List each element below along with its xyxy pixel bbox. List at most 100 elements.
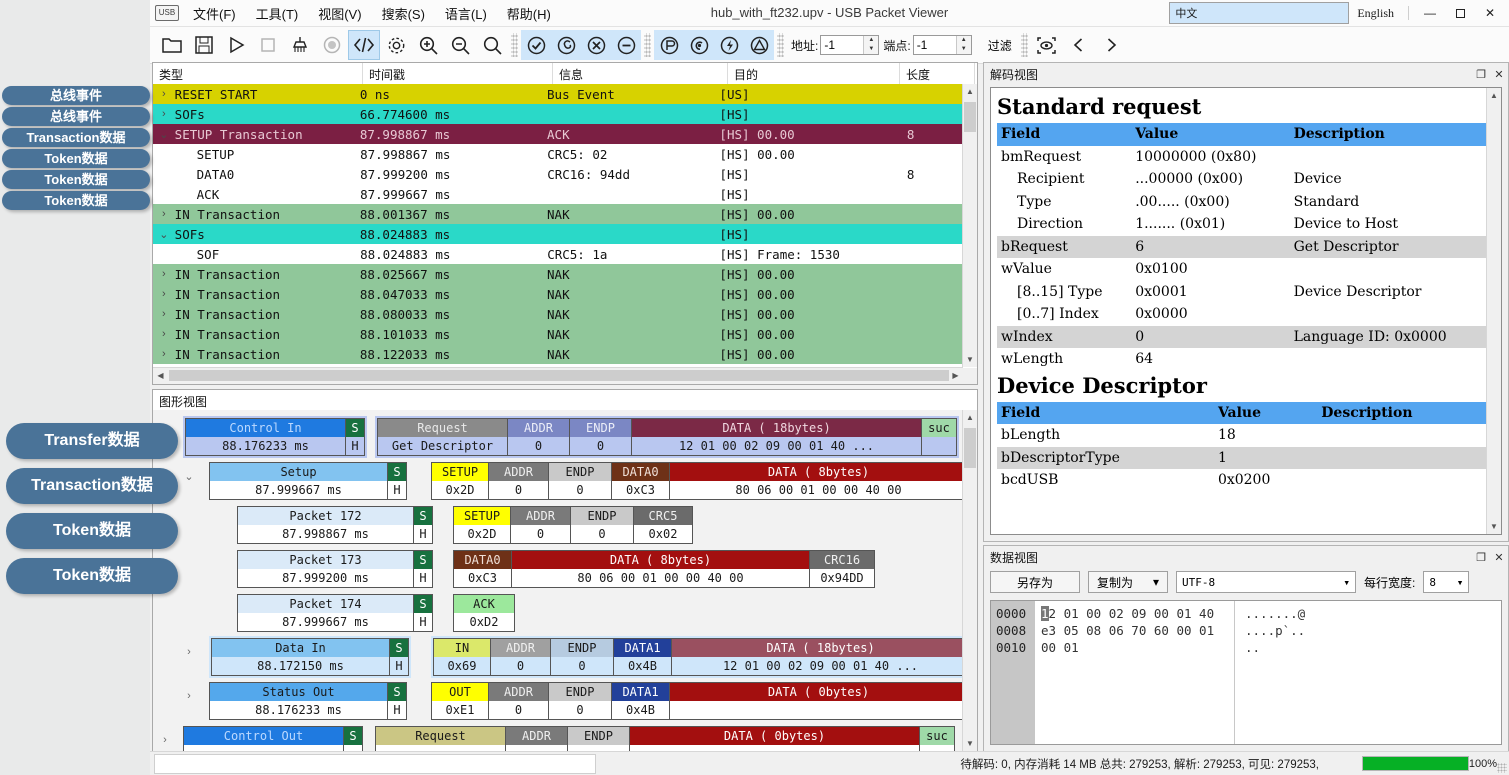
row-expander[interactable]: › xyxy=(153,308,175,320)
packet-field-block[interactable]: ACK0xD2 xyxy=(453,594,515,632)
packet-field-cell[interactable]: suc xyxy=(921,418,957,456)
row-expander[interactable]: › xyxy=(153,734,177,746)
table-row[interactable]: ›IN Transaction88.122033 msNAK[HS] 00.00 xyxy=(153,344,963,364)
language-chinese-button[interactable]: 中文 xyxy=(1169,2,1349,24)
scroll-thumb[interactable] xyxy=(964,428,976,468)
resize-grip[interactable] xyxy=(1497,763,1507,773)
packet-field-cell[interactable]: DATA ( 18bytes)12 01 00 02 09 00 01 40 .… xyxy=(631,418,921,456)
packet-field-cell[interactable]: ACK0xD2 xyxy=(453,594,515,632)
packet-field-cell[interactable]: S xyxy=(343,726,363,751)
packet-field-cell[interactable]: DATA ( 8bytes)80 06 00 01 00 00 40 00 xyxy=(669,462,963,500)
scroll-down-icon[interactable]: ▼ xyxy=(1487,519,1501,534)
packet-field-cell[interactable]: SH xyxy=(413,550,433,588)
packet-field-block[interactable]: Packet 17387.999200 msSH xyxy=(237,550,433,588)
packet-field-cell[interactable]: DATA ( 18bytes)12 01 00 02 09 00 01 40 .… xyxy=(671,638,963,676)
decode-row[interactable]: bDescriptorType1 xyxy=(997,447,1487,470)
spin-down-icon[interactable]: ▼ xyxy=(864,45,878,54)
address-stepper[interactable]: ▲ ▼ xyxy=(820,35,879,55)
graphic-row-control-in-transfer[interactable]: Control In88.176233 msSHRequestGet Descr… xyxy=(153,416,963,454)
packet-field-block[interactable]: Status Out88.176233 msSH xyxy=(209,682,407,720)
chevron-down-icon[interactable]: ▾ xyxy=(1153,575,1159,589)
packet-field-cell[interactable]: suc xyxy=(919,726,955,751)
table-row[interactable]: ⌄SETUP Transaction87.998867 msACK[HS] 00… xyxy=(153,124,963,144)
packet-field-cell[interactable]: DATA00xC3 xyxy=(453,550,511,588)
packet-field-cell[interactable]: Packet 17287.998867 ms xyxy=(237,506,413,544)
hex-byte-row[interactable]: e3 05 08 06 70 60 00 01 xyxy=(1041,622,1234,639)
chevron-down-icon[interactable]: ▾ xyxy=(1457,576,1464,589)
close-button[interactable]: ✕ xyxy=(1475,0,1505,26)
scroll-up-icon[interactable]: ▲ xyxy=(963,84,977,99)
scroll-up-icon[interactable]: ▲ xyxy=(1487,88,1501,103)
row-expander[interactable]: ⌄ xyxy=(153,228,175,241)
menu-help[interactable]: 帮助(H) xyxy=(498,1,560,26)
row-expander[interactable]: › xyxy=(153,108,175,120)
table-row[interactable]: ›IN Transaction88.101033 msNAK[HS] 00.00 xyxy=(153,324,963,344)
table-row[interactable]: ACK87.999667 ms[HS] xyxy=(153,184,963,204)
address-input[interactable] xyxy=(821,36,863,54)
decode-row[interactable]: Recipient...00000 (0x00)Device xyxy=(997,168,1487,191)
packet-list-hscrollbar[interactable]: ◀ ▶ xyxy=(153,367,963,384)
packet-field-block[interactable]: Control OutS xyxy=(183,726,363,751)
packet-field-block[interactable]: Packet 17487.999667 msSH xyxy=(237,594,433,632)
packet-field-cell[interactable]: Setup87.999667 ms xyxy=(209,462,387,500)
minus-circle-icon[interactable] xyxy=(611,30,641,60)
packet-field-cell[interactable]: SETUP0x2D xyxy=(453,506,510,544)
packet-field-cell[interactable]: SH xyxy=(387,462,407,500)
packet-field-cell[interactable]: ADDR0 xyxy=(507,418,569,456)
packet-field-block[interactable]: SETUP0x2DADDR0ENDP0DATA00xC3DATA ( 8byte… xyxy=(431,462,963,500)
row-expander[interactable]: › xyxy=(153,348,175,360)
menu-search[interactable]: 搜索(S) xyxy=(373,1,434,26)
refresh-circle-icon[interactable] xyxy=(551,30,581,60)
packet-field-cell[interactable]: ENDP0 xyxy=(548,682,611,720)
language-english-button[interactable]: English xyxy=(1349,3,1402,24)
table-row[interactable]: ›IN Transaction88.080033 msNAK[HS] 00.00 xyxy=(153,304,963,324)
packet-field-cell[interactable]: SH xyxy=(387,682,407,720)
hex-byte-selected[interactable]: 1 xyxy=(1041,606,1049,621)
row-expander[interactable]: › xyxy=(153,328,175,340)
packet-field-cell[interactable]: Control In88.176233 ms xyxy=(185,418,345,456)
table-row[interactable]: ›IN Transaction88.047033 msNAK[HS] 00.00 xyxy=(153,284,963,304)
gear-icon[interactable] xyxy=(380,30,412,60)
packet-field-cell[interactable]: SH xyxy=(413,506,433,544)
row-expander[interactable]: › xyxy=(177,646,201,658)
packet-field-block[interactable]: DATA00xC3DATA ( 8bytes)80 06 00 01 00 00… xyxy=(453,550,875,588)
hex-byte-row[interactable]: 12 01 00 02 09 00 01 40 xyxy=(1041,605,1234,622)
code-tags-icon[interactable] xyxy=(348,30,380,60)
packet-field-cell[interactable]: ENDP0 xyxy=(550,638,613,676)
stop-square-icon[interactable] xyxy=(252,30,284,60)
warning-triangle-circle-icon[interactable] xyxy=(744,30,774,60)
packet-field-cell[interactable]: CRC160x94DD xyxy=(809,550,875,588)
packet-field-cell[interactable]: Request xyxy=(375,726,505,751)
decode-row[interactable]: wIndex0Language ID: 0x0000 xyxy=(997,326,1487,349)
hex-ascii-column[interactable]: .......@....p`.... xyxy=(1235,601,1501,744)
packet-field-cell[interactable]: DATA00xC3 xyxy=(611,462,669,500)
packet-field-block[interactable]: OUT0xE1ADDR0ENDP0DATA10x4BDATA ( 0bytes) xyxy=(431,682,963,720)
close-icon[interactable]: ✕ xyxy=(1490,551,1508,564)
packet-field-cell[interactable]: DATA10x4B xyxy=(613,638,671,676)
row-expander[interactable]: ⌄ xyxy=(153,128,175,141)
table-row[interactable]: DATA087.999200 msCRC16: 94dd[HS]8 xyxy=(153,164,963,184)
chevron-left-icon[interactable] xyxy=(1063,30,1095,60)
decode-row[interactable]: wLength64 xyxy=(997,348,1487,371)
packet-field-cell[interactable]: DATA ( 8bytes)80 06 00 01 00 00 40 00 xyxy=(511,550,809,588)
menu-tools[interactable]: 工具(T) xyxy=(247,1,308,26)
scroll-up-icon[interactable]: ▲ xyxy=(963,410,977,425)
decode-row[interactable]: bcdUSB0x0200 xyxy=(997,469,1487,492)
hex-ascii-row[interactable]: ....p`.. xyxy=(1245,622,1501,639)
packet-field-cell[interactable]: OUT0xE1 xyxy=(431,682,488,720)
packet-field-cell[interactable]: Packet 17387.999200 ms xyxy=(237,550,413,588)
scroll-thumb[interactable] xyxy=(964,102,976,132)
packet-field-cell[interactable]: ADDR0 xyxy=(488,682,548,720)
endpoint-stepper[interactable]: ▲ ▼ xyxy=(913,35,972,55)
check-circle-icon[interactable] xyxy=(521,30,551,60)
toolbar-grip[interactable] xyxy=(777,33,784,57)
toolbar-grip[interactable] xyxy=(1021,33,1028,57)
bolt-circle-icon[interactable] xyxy=(714,30,744,60)
column-header-length[interactable]: 长度 xyxy=(900,63,975,84)
maximize-button[interactable] xyxy=(1445,0,1475,26)
hex-ascii-row[interactable]: .......@ xyxy=(1245,605,1501,622)
packet-field-cell[interactable]: ADDR0 xyxy=(490,638,550,676)
menu-language[interactable]: 语言(L) xyxy=(436,1,496,26)
close-icon[interactable]: ✕ xyxy=(1490,68,1508,81)
packet-field-cell[interactable]: DATA ( 0bytes) xyxy=(629,726,919,751)
